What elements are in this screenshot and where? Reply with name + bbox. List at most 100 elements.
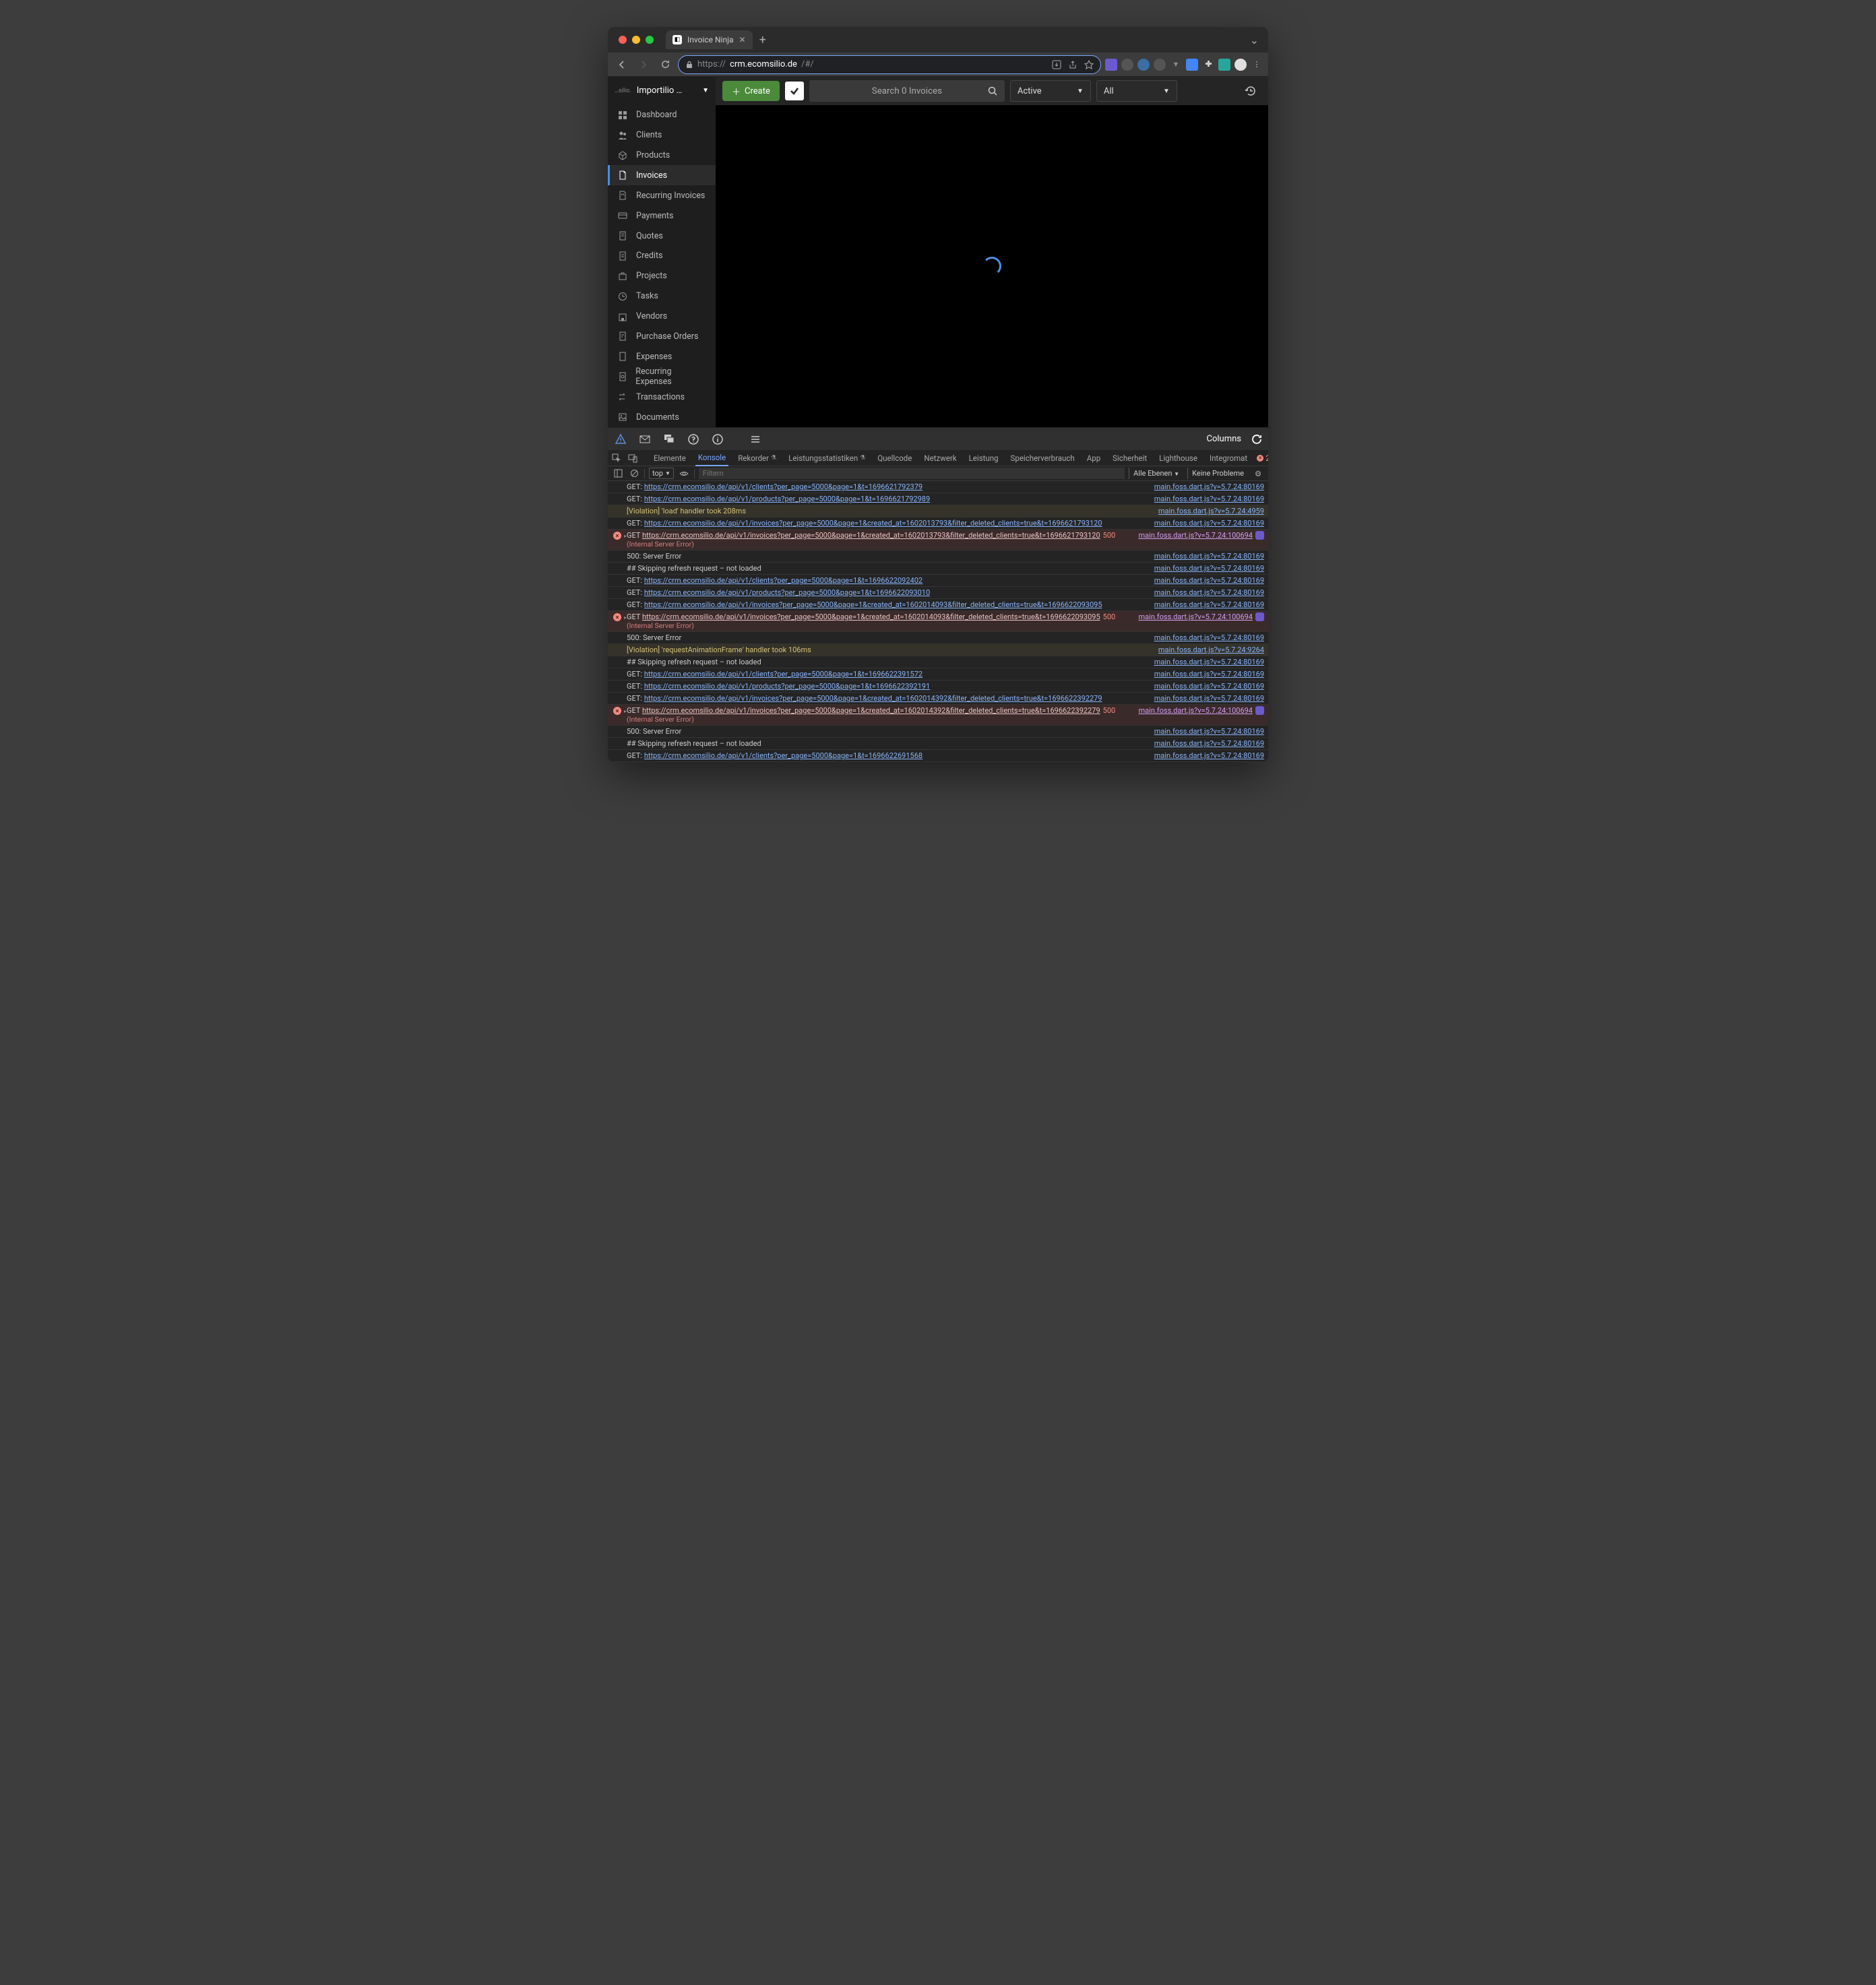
extensions-puzzle-icon[interactable]	[1202, 59, 1214, 71]
url-link[interactable]: https://crm.ecomsilio.de/api/v1/invoices…	[642, 531, 1100, 540]
install-app-icon[interactable]	[1052, 60, 1061, 69]
url-link[interactable]: https://crm.ecomsilio.de/api/v1/invoices…	[644, 519, 1102, 528]
sidebar-item-credits[interactable]: Credits	[608, 246, 716, 266]
browser-tab[interactable]: ◧ Invoice Ninja ✕	[666, 30, 753, 49]
clear-console-icon[interactable]	[628, 468, 640, 480]
forward-button[interactable]	[635, 56, 652, 73]
ext-icon-7[interactable]	[1218, 59, 1230, 71]
devtools-tab-console[interactable]: Konsole	[695, 450, 728, 466]
source-link[interactable]: main.foss.dart.js?v=5.7.24:4959	[1153, 507, 1264, 515]
browser-menu-icon[interactable]: ⋮	[1251, 59, 1263, 71]
url-link[interactable]: https://crm.ecomsilio.de/api/v1/invoices…	[642, 612, 1100, 621]
devtools-tab-performance[interactable]: Leistung	[966, 451, 1001, 466]
sidebar-item-products[interactable]: Products	[608, 146, 716, 166]
close-window[interactable]	[619, 36, 627, 44]
source-link[interactable]: main.foss.dart.js?v=5.7.24:100694	[1133, 612, 1253, 630]
select-all-checkbox[interactable]	[785, 82, 804, 100]
context-selector[interactable]: top▼	[649, 468, 674, 479]
info-icon[interactable]	[710, 432, 725, 447]
profile-avatar[interactable]	[1234, 59, 1247, 71]
source-link[interactable]: main.foss.dart.js?v=5.7.24:80169	[1149, 751, 1264, 760]
error-count[interactable]: ✕28	[1257, 453, 1268, 463]
issues-indicator[interactable]: Keine Probleme	[1187, 468, 1248, 479]
source-link[interactable]: main.foss.dart.js?v=5.7.24:80169	[1149, 519, 1264, 528]
url-link[interactable]: https://crm.ecomsilio.de/api/v1/invoices…	[644, 694, 1102, 703]
ext-icon-2[interactable]	[1121, 59, 1133, 71]
sidebar-item-tasks[interactable]: Tasks	[608, 286, 716, 307]
address-bar[interactable]: https://crm.ecomsilio.de/#/	[678, 55, 1101, 74]
columns-button[interactable]: Columns	[1207, 434, 1242, 444]
devtools-tab-recorder[interactable]: Rekorder⚗	[735, 451, 779, 466]
company-switcher[interactable]: …silio. Importilio … ▼	[608, 77, 716, 105]
devtools-tab-security[interactable]: Sicherheit	[1110, 451, 1150, 466]
back-button[interactable]	[613, 56, 631, 73]
help-icon[interactable]	[686, 432, 701, 447]
sidebar-item-projects[interactable]: Projects	[608, 266, 716, 286]
chat-icon[interactable]	[662, 432, 677, 447]
source-link[interactable]: main.foss.dart.js?v=5.7.24:80169	[1149, 658, 1264, 666]
inspect-icon[interactable]	[612, 453, 621, 464]
sidebar-item-transactions[interactable]: Transactions	[608, 387, 716, 407]
source-link[interactable]: main.foss.dart.js?v=5.7.24:80169	[1149, 739, 1264, 748]
minimize-window[interactable]	[632, 36, 640, 44]
reload-button[interactable]	[656, 56, 674, 73]
source-link[interactable]: main.foss.dart.js?v=5.7.24:100694	[1133, 706, 1253, 724]
devtools-tab-perfstats[interactable]: Leistungsstatistiken⚗	[786, 451, 868, 466]
sidebar-item-documents[interactable]: Documents	[608, 407, 716, 427]
url-link[interactable]: https://crm.ecomsilio.de/api/v1/products…	[644, 588, 930, 597]
sidebar-item-vendors[interactable]: Vendors	[608, 307, 716, 327]
ext-icon-4[interactable]	[1154, 59, 1166, 71]
search-field[interactable]	[809, 80, 1005, 102]
source-link[interactable]: main.foss.dart.js?v=5.7.24:80169	[1149, 588, 1264, 597]
mail-icon[interactable]	[637, 432, 652, 447]
status-filter[interactable]: Active ▼	[1010, 80, 1091, 102]
source-link[interactable]: main.foss.dart.js?v=5.7.24:80169	[1149, 564, 1264, 573]
source-link[interactable]: main.foss.dart.js?v=5.7.24:80169	[1149, 633, 1264, 642]
warning-icon[interactable]	[613, 432, 628, 447]
source-link[interactable]: main.foss.dart.js?v=5.7.24:9264	[1153, 645, 1264, 654]
ext-icon-6[interactable]	[1186, 59, 1198, 71]
source-link[interactable]: main.foss.dart.js?v=5.7.24:80169	[1149, 495, 1264, 503]
devtools-tab-elements[interactable]: Elemente	[651, 451, 689, 466]
url-link[interactable]: https://crm.ecomsilio.de/api/v1/invoices…	[642, 706, 1100, 715]
url-link[interactable]: https://crm.ecomsilio.de/api/v1/clients?…	[644, 482, 923, 491]
source-link[interactable]: main.foss.dart.js?v=5.7.24:100694	[1133, 531, 1253, 548]
source-link[interactable]: main.foss.dart.js?v=5.7.24:80169	[1149, 600, 1264, 609]
source-link[interactable]: main.foss.dart.js?v=5.7.24:80169	[1149, 670, 1264, 679]
filter-input[interactable]	[699, 468, 1125, 479]
source-link[interactable]: main.foss.dart.js?v=5.7.24:80169	[1149, 682, 1264, 691]
new-tab-button[interactable]: +	[759, 33, 766, 47]
search-input[interactable]	[816, 86, 998, 96]
type-filter[interactable]: All ▼	[1096, 80, 1177, 102]
sidebar-toggle-icon[interactable]	[612, 468, 624, 480]
create-button[interactable]: ＋ Create	[722, 81, 780, 101]
expand-icon[interactable]: ▸	[621, 532, 629, 540]
bookmark-icon[interactable]	[1084, 60, 1094, 69]
sidebar-item-recurring-expenses[interactable]: Recurring Expenses	[608, 367, 716, 387]
sidebar-item-invoices[interactable]: Invoices	[608, 165, 716, 185]
source-link[interactable]: main.foss.dart.js?v=5.7.24:80169	[1149, 482, 1264, 491]
sidebar-item-expenses[interactable]: Expenses	[608, 346, 716, 367]
url-link[interactable]: https://crm.ecomsilio.de/api/v1/clients?…	[644, 670, 923, 679]
devtools-tab-app[interactable]: App	[1084, 451, 1103, 466]
source-link[interactable]: main.foss.dart.js?v=5.7.24:80169	[1149, 727, 1264, 736]
ext-icon-5[interactable]: ▼	[1170, 59, 1182, 71]
sidebar-item-purchase-orders[interactable]: Purchase Orders	[608, 326, 716, 346]
source-link[interactable]: main.foss.dart.js?v=5.7.24:80169	[1149, 576, 1264, 585]
devtools-tab-lighthouse[interactable]: Lighthouse	[1156, 451, 1200, 466]
ext-icon-1[interactable]	[1105, 59, 1117, 71]
sidebar-item-clients[interactable]: Clients	[608, 125, 716, 146]
list-view-icon[interactable]	[748, 432, 763, 447]
source-link[interactable]: main.foss.dart.js?v=5.7.24:80169	[1149, 694, 1264, 703]
devtools-tab-network[interactable]: Netzwerk	[921, 451, 959, 466]
devtools-tab-sources[interactable]: Quellcode	[875, 451, 914, 466]
levels-selector[interactable]: Alle Ebenen ▼	[1129, 468, 1183, 479]
url-link[interactable]: https://crm.ecomsilio.de/api/v1/clients?…	[644, 576, 923, 585]
source-link[interactable]: main.foss.dart.js?v=5.7.24:80169	[1149, 552, 1264, 561]
sidebar-item-dashboard[interactable]: Dashboard	[608, 105, 716, 125]
maximize-window[interactable]	[646, 36, 654, 44]
device-toggle-icon[interactable]	[628, 453, 637, 464]
sidebar-item-quotes[interactable]: Quotes	[608, 226, 716, 246]
share-icon[interactable]	[1068, 60, 1077, 69]
sidebar-item-payments[interactable]: Payments	[608, 206, 716, 226]
